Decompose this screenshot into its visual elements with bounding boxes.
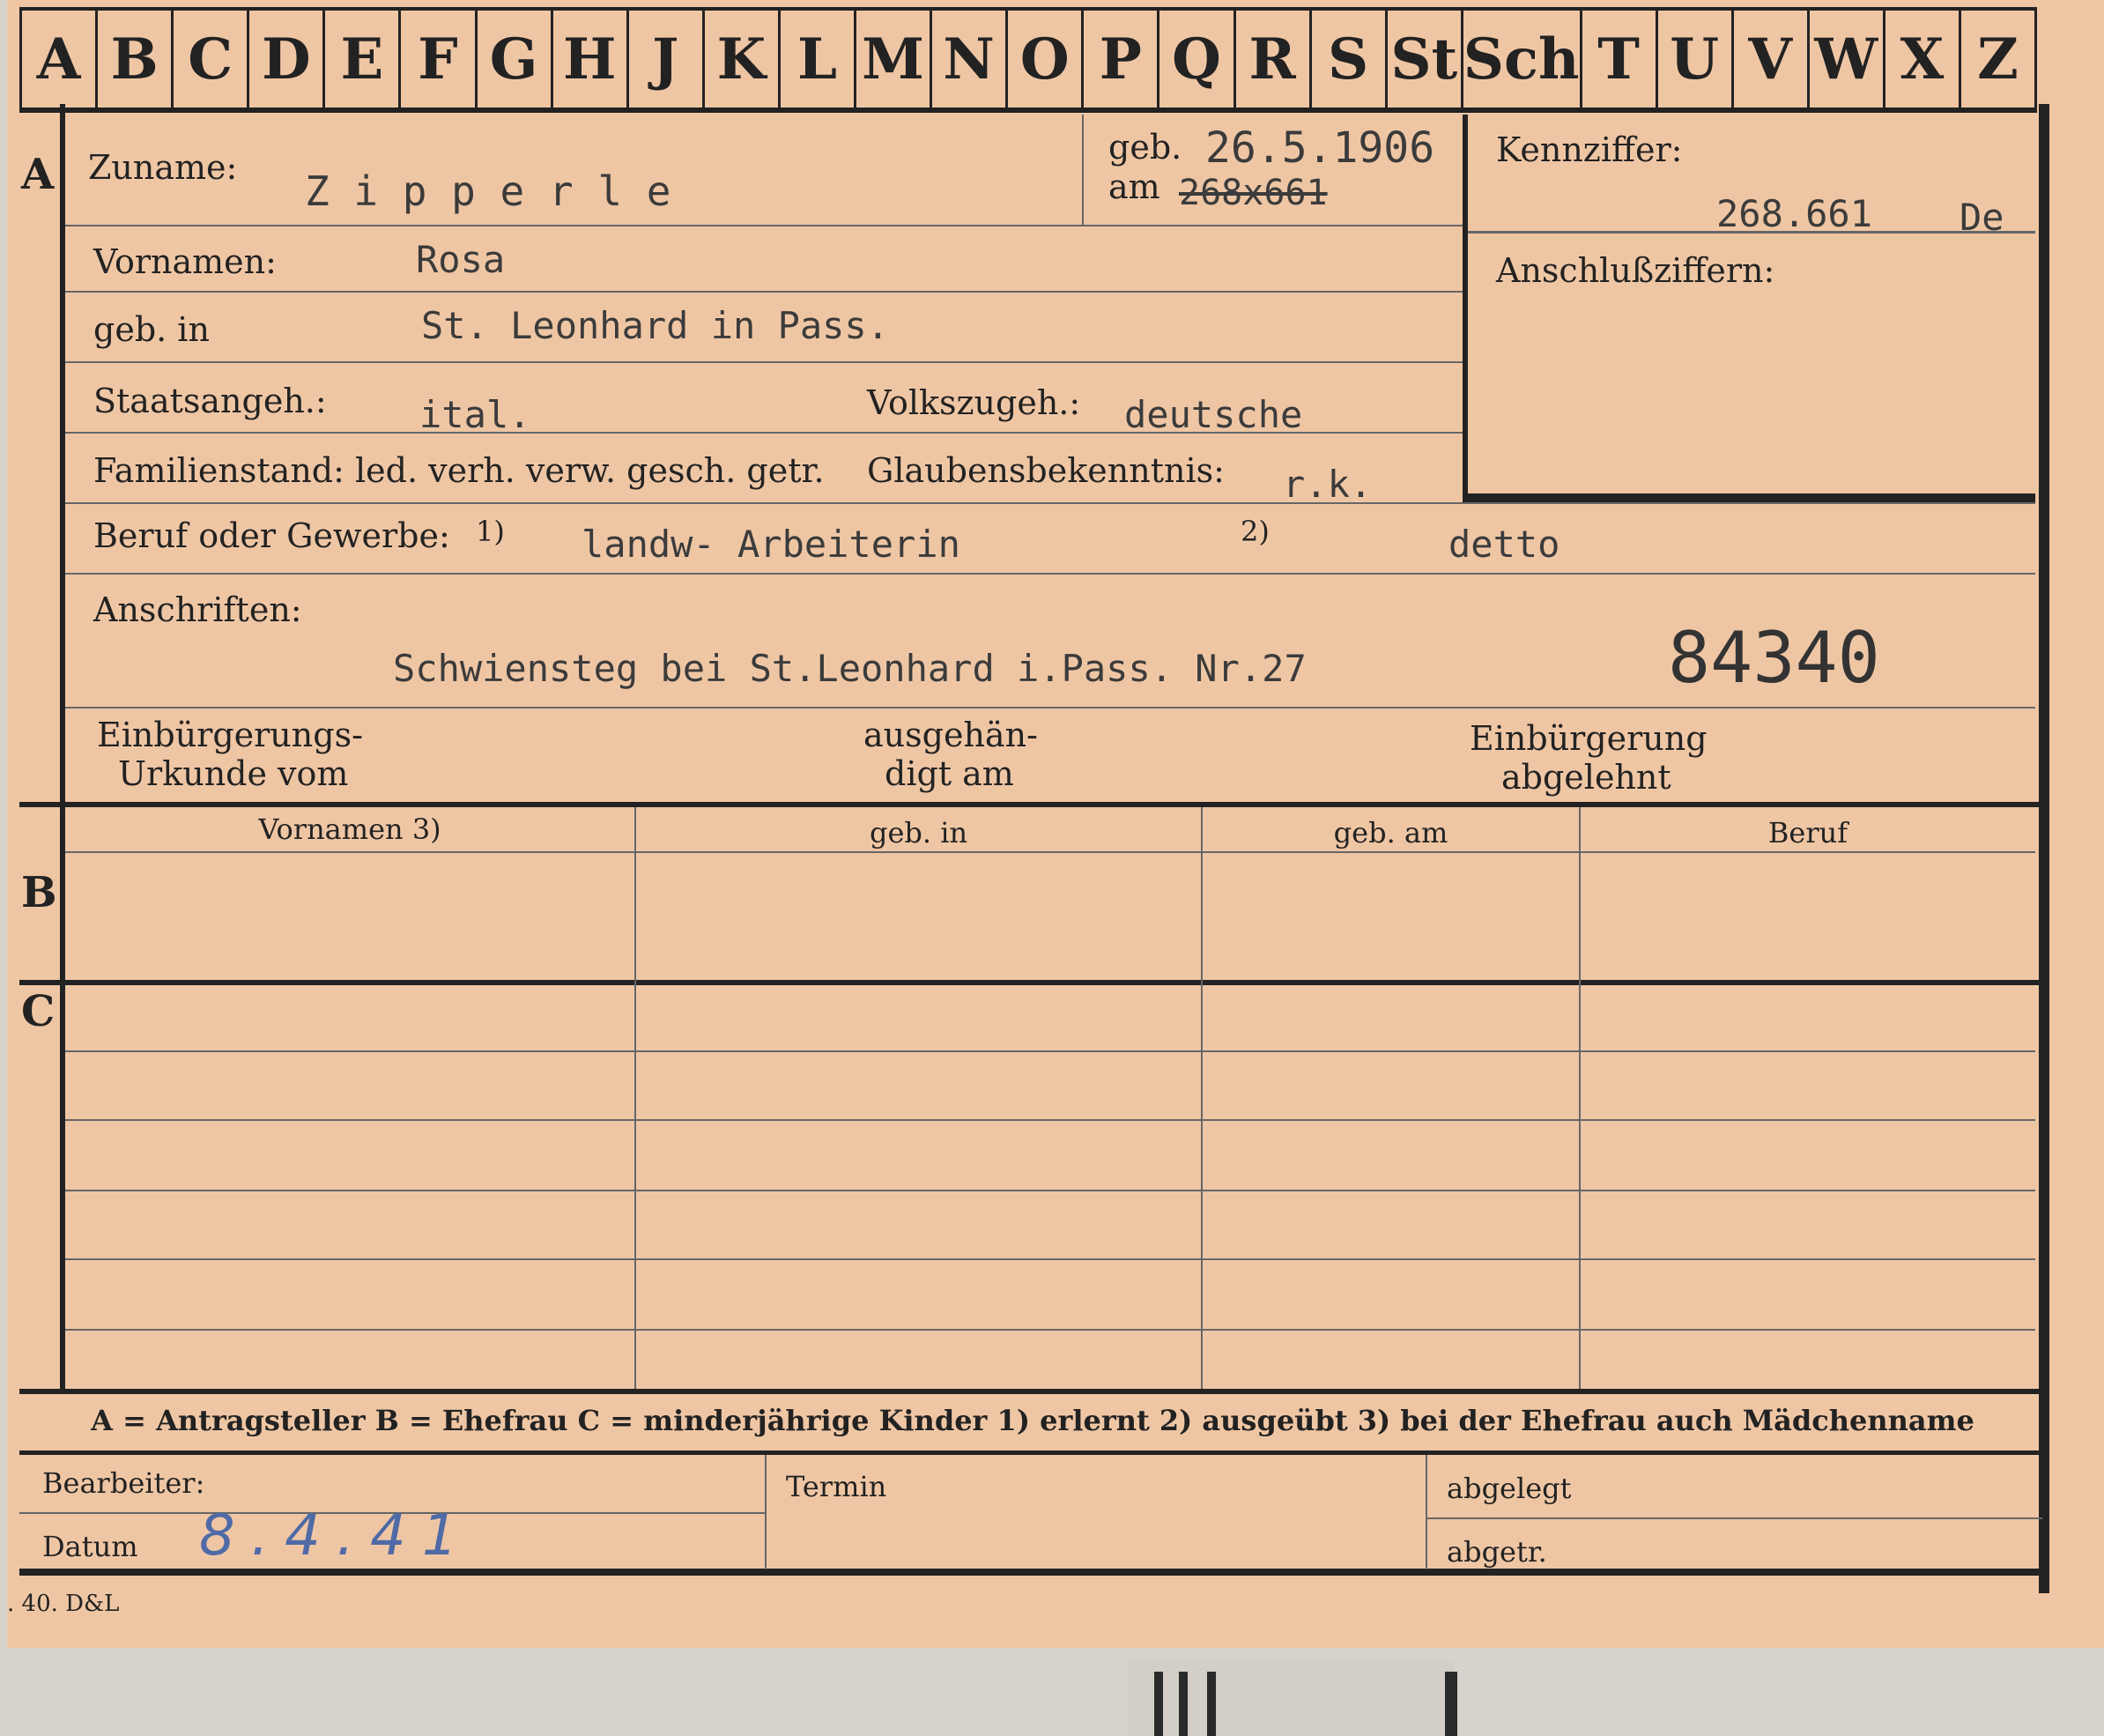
anschriften-label: Anschriften:	[93, 590, 302, 629]
glaubensbekenntnis-label: Glaubensbekenntnis:	[867, 451, 1225, 490]
section-b-letter: B	[21, 868, 57, 917]
table-header-geb-am: geb. am	[1333, 816, 1448, 849]
abgelehnt-label: abgelehnt	[1501, 758, 1671, 797]
index-letter-c: C	[171, 11, 247, 108]
index-letter-g: G	[474, 11, 551, 108]
scan-background-strip	[1128, 1661, 1457, 1736]
ausgehaen-label: ausgehän-	[863, 716, 1038, 754]
alphabet-index-row: A B C D E F G H J K L M N O P Q R S St Sch T U V W X Z	[19, 7, 2038, 113]
beruf-label: Beruf oder Gewerbe:	[93, 516, 450, 555]
anschriften-value: Schwiensteg bei St.Leonhard i.Pass. Nr.2…	[393, 647, 1307, 690]
zuname-value: Z i p p e r l e	[305, 167, 671, 215]
table-header-vornamen: Vornamen 3)	[258, 812, 441, 846]
stamp-number: 84340	[1668, 617, 1880, 699]
volkszugehoerigkeit-value: deutsche	[1124, 393, 1303, 436]
zuname-label: Zuname:	[88, 148, 238, 187]
termin-label: Termin	[786, 1470, 887, 1503]
staatsangehoerigkeit-label: Staatsangeh.:	[93, 382, 327, 420]
beruf-erlernt-value: landw- Arbeiterin	[582, 523, 960, 566]
index-letter-k: K	[701, 11, 778, 108]
index-letter-j: J	[626, 11, 702, 108]
birthplace-label: geb. in	[93, 310, 210, 349]
index-letter-b: B	[95, 11, 171, 108]
index-letter-t: T	[1579, 11, 1656, 108]
einbuergerung-label: Einbürgerung	[1470, 719, 1708, 758]
index-letter-e: E	[322, 11, 398, 108]
datum-label: Datum	[42, 1530, 138, 1563]
print-code: . 40. D&L	[7, 1591, 120, 1617]
birth-date-value: 26.5.1906	[1205, 123, 1435, 173]
abgelegt-label: abgelegt	[1447, 1472, 1572, 1505]
datum-handwritten-value: 8.4.41	[199, 1503, 474, 1569]
section-a-letter: A	[21, 150, 55, 199]
familienstand-label: Familienstand: led. verh. verw. gesch. g…	[93, 451, 825, 490]
geb-label: geb.	[1108, 128, 1182, 167]
struck-number: 268x661	[1179, 173, 1328, 213]
index-letter-v: V	[1730, 11, 1807, 108]
register-card: A B C D E F G H J K L M N O P Q R S St Sch T U V W X Z A B C Zuna…	[7, 0, 2104, 1648]
beruf-footnote-1: 1)	[476, 515, 505, 548]
section-c-letter: C	[21, 987, 56, 1036]
index-letter-x: X	[1882, 11, 1959, 108]
volkszugehoerigkeit-label: Volkszugeh.:	[867, 383, 1081, 422]
kennziffer-label: Kennziffer:	[1496, 130, 1683, 169]
einbuergerungs-label: Einbürgerungs-	[97, 716, 363, 754]
bearbeiter-label: Bearbeiter:	[42, 1466, 205, 1500]
beruf-footnote-2: 2)	[1241, 515, 1270, 548]
index-letter-sch: Sch	[1460, 11, 1580, 108]
urkunde-vom-label: Urkunde vom	[118, 754, 349, 793]
glaubensbekenntnis-value: r.k.	[1283, 463, 1373, 506]
index-letter-d: D	[247, 11, 322, 108]
birthplace-value: St. Leonhard in Pass.	[421, 304, 890, 347]
index-letter-r: R	[1233, 11, 1309, 108]
vornamen-label: Vornamen:	[93, 242, 277, 281]
index-letter-m: M	[854, 11, 930, 108]
table-header-beruf: Beruf	[1767, 816, 1848, 849]
abgetr-label: abgetr.	[1447, 1535, 1547, 1569]
index-letter-a: A	[19, 11, 95, 108]
index-letter-w: W	[1806, 11, 1883, 108]
index-letter-p: P	[1081, 11, 1157, 108]
index-letter-z: Z	[1958, 11, 2038, 108]
table-header-geb-in: geb. in	[869, 816, 968, 849]
anschlussziffern-label: Anschlußziffern:	[1496, 251, 1775, 290]
index-letter-f: F	[398, 11, 474, 108]
vornamen-value: Rosa	[416, 238, 506, 281]
kennziffer-suffix: De	[1960, 196, 2004, 239]
index-letter-q: Q	[1157, 11, 1233, 108]
kennziffer-value: 268.661	[1716, 192, 1873, 235]
index-letter-h: H	[550, 11, 626, 108]
am-label: am	[1108, 167, 1160, 206]
legend-text: A = Antragsteller B = Ehefrau C = minder…	[91, 1404, 1974, 1437]
index-letter-n: N	[930, 11, 1005, 108]
index-letter-o: O	[1005, 11, 1081, 108]
index-letter-st: St	[1384, 11, 1461, 108]
index-letter-u: U	[1655, 11, 1731, 108]
index-letter-l: L	[777, 11, 854, 108]
staatsangehoerigkeit-value: ital.	[419, 393, 531, 436]
index-letter-s: S	[1308, 11, 1385, 108]
beruf-ausgeuebt-value: detto	[1448, 523, 1560, 566]
digt-am-label: digt am	[885, 754, 1014, 793]
